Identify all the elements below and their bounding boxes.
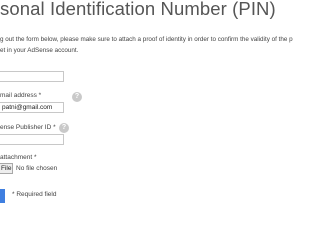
attachment-label: attachment * — [0, 154, 37, 161]
publisher-id-label: ense Publisher ID * — [0, 124, 56, 131]
file-status: No file chosen — [16, 165, 58, 172]
page-title: sonal Identification Number (PIN) — [0, 0, 276, 19]
name-field[interactable] — [0, 71, 64, 82]
publisher-id-help-icon[interactable]: ? — [59, 123, 69, 133]
intro-line-1: g out the form below, please make sure t… — [0, 36, 293, 43]
submit-button[interactable] — [0, 189, 5, 203]
publisher-id-field[interactable] — [0, 134, 64, 145]
email-label: mail address * — [0, 92, 42, 99]
email-field[interactable] — [0, 102, 64, 113]
email-help-icon[interactable]: ? — [72, 92, 82, 102]
intro-text: g out the form below, please make sure t… — [0, 35, 293, 56]
required-note: * Required field — [12, 191, 57, 198]
intro-line-2: et in your AdSense account. — [0, 46, 79, 54]
choose-file-button[interactable]: File — [0, 163, 13, 174]
